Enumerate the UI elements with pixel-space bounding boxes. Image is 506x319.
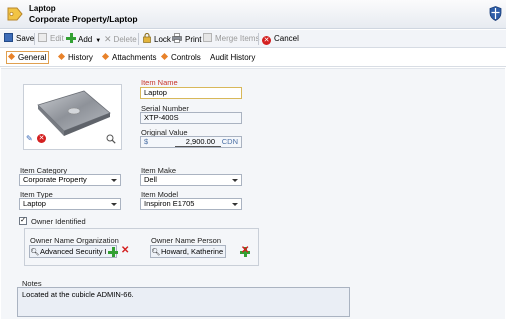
diamond-icon bbox=[160, 52, 169, 61]
lock-button[interactable]: Lock bbox=[143, 32, 171, 45]
diamond-icon bbox=[7, 52, 16, 61]
remove-photo-icon[interactable]: ✕ bbox=[37, 134, 46, 143]
cancel-icon: ✕ bbox=[262, 36, 271, 45]
add-icon bbox=[66, 33, 76, 43]
zoom-icon[interactable] bbox=[106, 134, 116, 144]
owner-organization-label: Owner Name Organization bbox=[30, 236, 119, 245]
page-subtitle: Corporate Property/Laptop bbox=[29, 14, 138, 24]
owner-identified-label: Owner Identified bbox=[31, 217, 86, 226]
chevron-down-icon[interactable]: ▼ bbox=[95, 38, 101, 44]
owner-identified-checkbox[interactable]: ✓ bbox=[19, 217, 27, 225]
chevron-down-icon bbox=[111, 203, 117, 206]
search-icon[interactable]: 🔍︎ bbox=[30, 247, 40, 258]
item-type-select[interactable]: Laptop bbox=[19, 198, 121, 210]
toolbar-separator bbox=[258, 33, 259, 45]
add-organization-icon[interactable] bbox=[108, 247, 118, 257]
delete-button[interactable]: ✕ Delete bbox=[104, 33, 137, 45]
merge-items-button[interactable]: Merge Items bbox=[203, 33, 259, 45]
item-name-field[interactable]: Laptop bbox=[140, 87, 242, 99]
merge-icon bbox=[203, 33, 212, 42]
edit-button[interactable]: Edit bbox=[38, 33, 64, 45]
save-button[interactable]: Save bbox=[4, 33, 34, 45]
item-make-select[interactable]: Dell bbox=[140, 174, 242, 186]
tab-controls[interactable]: Controls bbox=[160, 52, 201, 65]
tab-audit-history[interactable]: Audit History bbox=[210, 52, 255, 65]
item-model-select[interactable]: Inspiron E1705 bbox=[140, 198, 242, 210]
serial-number-field[interactable]: XTP-400S bbox=[140, 112, 242, 124]
notes-field[interactable]: Located at the cubicle ADMIN-66. bbox=[17, 287, 350, 317]
chevron-down-icon bbox=[111, 179, 117, 182]
tag-icon bbox=[6, 5, 24, 23]
diamond-icon bbox=[57, 52, 66, 61]
edit-icon bbox=[38, 33, 47, 42]
currency-code: CDN bbox=[221, 137, 238, 146]
print-button[interactable]: Print bbox=[172, 33, 201, 45]
cancel-button[interactable]: ✕ Cancel bbox=[262, 33, 299, 45]
delete-icon: ✕ bbox=[104, 34, 112, 44]
owner-organization-field[interactable]: 🔍︎Advanced Security I bbox=[29, 245, 117, 258]
chevron-down-icon bbox=[232, 179, 238, 182]
tab-history[interactable]: History bbox=[57, 52, 93, 65]
original-value-field[interactable]: $ 2,900.00 CDN bbox=[140, 136, 242, 148]
tab-general[interactable]: General bbox=[6, 51, 50, 64]
tab-attachments[interactable]: Attachments bbox=[101, 52, 156, 65]
currency-symbol: $ bbox=[144, 137, 149, 146]
save-icon bbox=[4, 33, 13, 42]
diamond-icon bbox=[101, 52, 110, 61]
remove-person-icon[interactable]: ✕ bbox=[241, 246, 249, 256]
owner-person-label: Owner Name Person bbox=[151, 236, 222, 245]
notes-text: Located at the cubicle ADMIN-66. bbox=[22, 290, 134, 299]
toolbar-separator bbox=[34, 33, 35, 45]
toolbar-separator bbox=[138, 33, 139, 45]
shield-icon[interactable] bbox=[489, 6, 502, 21]
chevron-down-icon bbox=[232, 203, 238, 206]
printer-icon bbox=[172, 33, 182, 43]
lock-icon bbox=[143, 32, 151, 43]
remove-organization-icon[interactable]: ✕ bbox=[121, 246, 129, 256]
item-category-select[interactable]: Corporate Property bbox=[19, 174, 121, 186]
camera-icon[interactable]: ✎ bbox=[26, 134, 35, 143]
owner-person-field[interactable]: 🔍︎Howard, Katherine bbox=[150, 245, 226, 258]
original-value-amount: 2,900.00 bbox=[185, 137, 215, 146]
add-button[interactable]: Add ▼ bbox=[66, 33, 101, 45]
page-title: Laptop bbox=[29, 4, 56, 13]
item-name-label: Item Name bbox=[141, 78, 178, 87]
search-icon[interactable]: 🔍︎ bbox=[151, 247, 161, 258]
